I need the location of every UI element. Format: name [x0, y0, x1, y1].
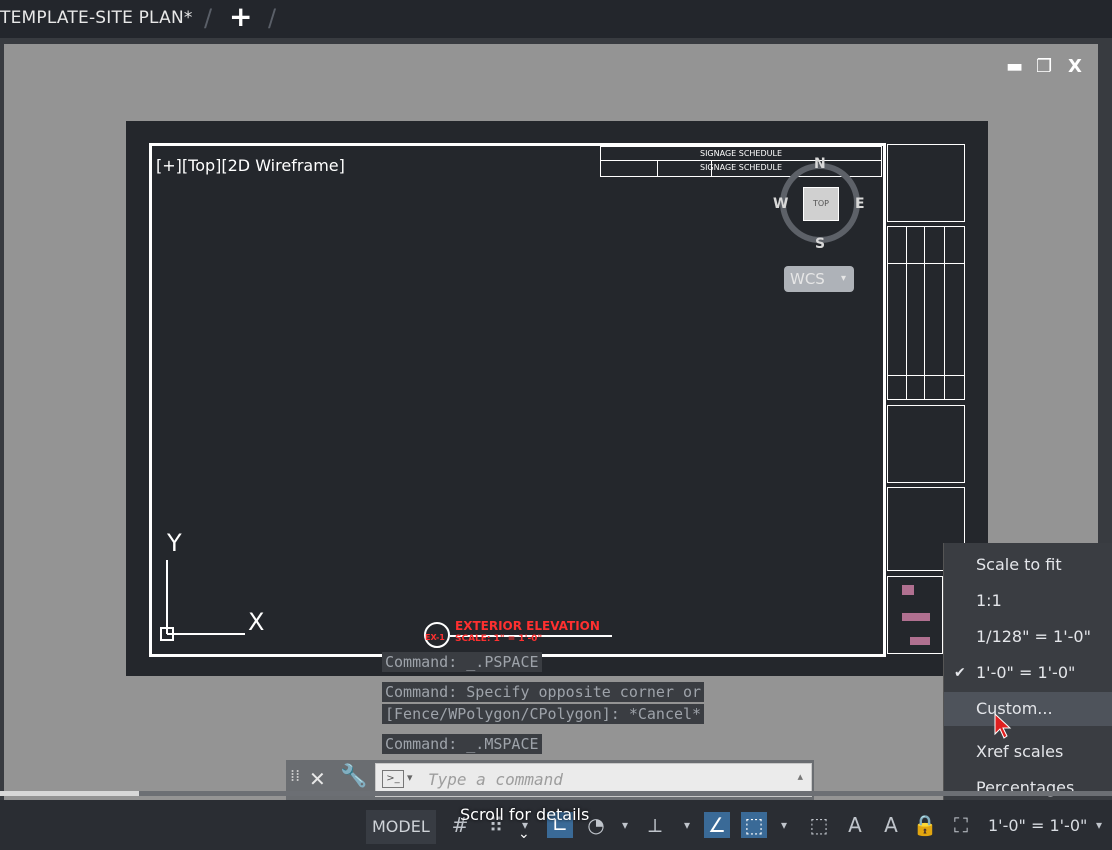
elevation-tag: EX-1 — [425, 633, 445, 642]
lock-ui-icon[interactable]: 🔒 — [912, 812, 938, 838]
object-snap-icon[interactable]: ⬚ — [741, 812, 767, 838]
scale-field — [910, 637, 930, 645]
video-progress-fill — [0, 791, 139, 796]
viewcube-top-face[interactable]: TOP — [803, 187, 839, 221]
annotation-scale-button[interactable]: 1'-0" = 1'-0" — [988, 816, 1087, 835]
table-divider — [924, 227, 925, 399]
tab-separator: / — [204, 4, 213, 32]
checkmark-icon: ✔ — [954, 665, 966, 681]
chevron-down-icon[interactable]: ⌄ — [518, 826, 530, 842]
command-history-line: [Fence/WPolygon/CPolygon]: *Cancel* — [382, 704, 705, 724]
object-snap-tracking-icon[interactable]: ∠ — [704, 812, 730, 838]
schedule-divider — [657, 161, 658, 176]
command-history-line: Command: _.PSPACE — [382, 652, 542, 672]
ucs-y-label: Y — [167, 529, 182, 557]
wrench-icon[interactable]: 🔧 — [340, 764, 367, 789]
compass-east-label[interactable]: E — [855, 196, 865, 212]
file-tab-template-site-plan[interactable]: TEMPLATE-SITE PLAN* — [0, 8, 193, 28]
drag-handle-icon[interactable]: ⁞⁞ — [290, 766, 300, 785]
annotation-scale-menu: Scale to fit 1:1 1/128" = 1'-0" ✔ 1'-0" … — [943, 543, 1112, 800]
elevation-scale: SCALE: 1" = 1'-0" — [455, 634, 543, 644]
chevron-down-icon[interactable]: ▾ — [612, 812, 638, 838]
date-field — [902, 613, 930, 621]
new-tab-button[interactable]: + — [229, 2, 252, 32]
command-history-line: Command: Specify opposite corner or — [382, 682, 705, 702]
mouse-cursor-icon — [994, 712, 1012, 739]
chevron-down-icon[interactable]: ▾ — [407, 771, 413, 784]
chevron-down-icon: ▾ — [840, 273, 846, 284]
auto-scale-icon[interactable]: A — [878, 812, 904, 838]
chevron-up-icon[interactable]: ▴ — [797, 770, 803, 783]
table-divider — [944, 227, 945, 399]
chevron-down-icon[interactable]: ▾ — [674, 812, 700, 838]
menu-item-scale-to-fit[interactable]: Scale to fit — [944, 548, 1112, 582]
sheet-field — [902, 585, 914, 595]
elevation-title: EXTERIOR ELEVATION — [455, 619, 600, 633]
compass-west-label[interactable]: W — [773, 196, 788, 212]
annotation-visibility-icon[interactable]: A — [842, 812, 868, 838]
video-progress-track[interactable] — [0, 791, 1112, 796]
menu-item-xref-scales[interactable]: Xref scales — [944, 735, 1112, 769]
terminal-icon[interactable]: >_ — [382, 770, 404, 788]
revision-table — [887, 226, 965, 400]
chevron-down-icon[interactable]: ▾ — [771, 812, 797, 838]
viewport-controls-label[interactable]: [+][Top][2D Wireframe] — [156, 156, 345, 175]
title-block-project-box — [887, 405, 965, 483]
selection-cycling-icon[interactable]: ⬚ — [806, 812, 832, 838]
menu-item-percentages[interactable]: Percentages — [944, 771, 1112, 805]
command-history-line: Command: _.MSPACE — [382, 734, 542, 754]
close-icon[interactable]: ✕ — [309, 767, 326, 791]
schedule-row: SIGNAGE SCHEDULE — [699, 149, 782, 158]
table-divider — [888, 375, 964, 376]
model-space-button[interactable]: MODEL — [366, 810, 436, 844]
ucs-x-label: X — [248, 608, 265, 636]
table-divider — [888, 263, 964, 264]
close-drawing-button[interactable]: X — [1068, 56, 1082, 77]
wcs-menu-button[interactable]: WCS ▾ — [784, 266, 854, 292]
table-divider — [906, 227, 907, 399]
isolate-objects-icon[interactable]: ⛶ — [948, 812, 974, 838]
menu-item-1-1[interactable]: 1:1 — [944, 584, 1112, 618]
compass-south-label[interactable]: S — [815, 236, 825, 252]
command-input-placeholder: Type a command — [428, 770, 563, 789]
wcs-label: WCS — [790, 270, 825, 288]
minimize-drawing-button[interactable]: ▬ — [1006, 56, 1023, 77]
title-block-logo-box — [887, 144, 965, 222]
title-block-sheet-box — [887, 576, 943, 654]
menu-item-label: 1'-0" = 1'-0" — [976, 663, 1076, 682]
compass-north-label[interactable]: N — [814, 156, 826, 172]
scroll-hint-label: Scroll for details — [460, 805, 590, 824]
tab-separator: / — [268, 4, 277, 32]
isometric-drafting-icon[interactable]: ⟂ — [642, 812, 668, 838]
menu-item-1-128[interactable]: 1/128" = 1'-0" — [944, 620, 1112, 654]
menu-item-custom[interactable]: Custom... — [944, 692, 1112, 726]
chevron-down-icon[interactable]: ▾ — [1086, 812, 1112, 838]
schedule-divider — [711, 161, 712, 176]
restore-drawing-button[interactable]: ❐ — [1036, 56, 1052, 77]
menu-item-1ft-1ft[interactable]: ✔ 1'-0" = 1'-0" — [944, 656, 1112, 690]
